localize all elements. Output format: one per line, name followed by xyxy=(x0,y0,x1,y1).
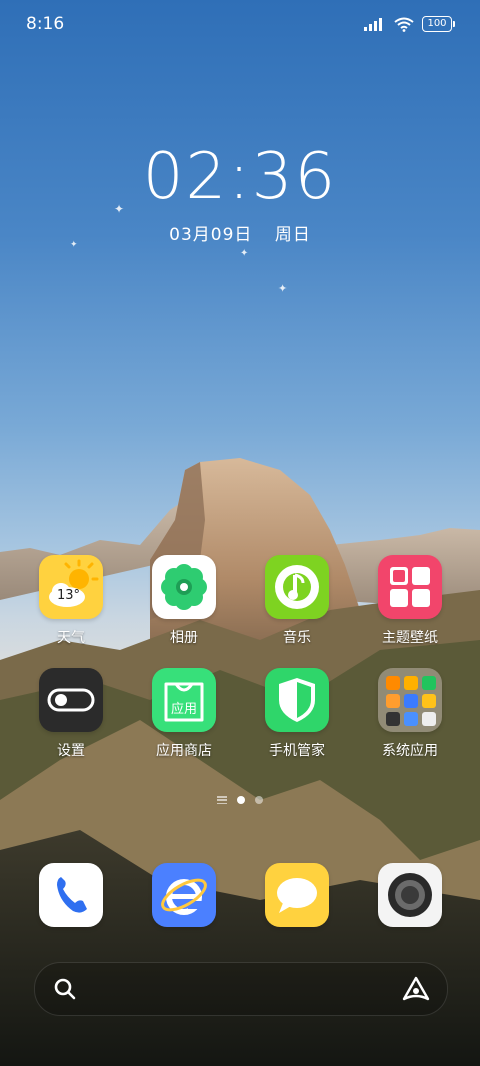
app-store[interactable]: 应用 应用商店 xyxy=(134,668,234,760)
app-label: 应用商店 xyxy=(156,743,212,759)
battery-icon: 100 xyxy=(422,16,455,32)
date-text: 03月09日 xyxy=(169,225,253,245)
weather-icon: 13° xyxy=(39,555,103,619)
messages-icon xyxy=(265,863,329,927)
dock-phone[interactable] xyxy=(21,863,121,927)
signal-icon xyxy=(364,18,382,31)
sparkle-icon: ✦ xyxy=(278,282,288,295)
page-indicator[interactable] xyxy=(0,796,480,804)
folder-icon xyxy=(378,668,442,732)
app-store-icon: 应用 xyxy=(152,668,216,732)
app-weather[interactable]: 13° 天气 xyxy=(21,555,121,647)
app-label: 主题壁纸 xyxy=(382,630,438,646)
app-gallery[interactable]: 相册 xyxy=(134,555,234,647)
themes-icon xyxy=(378,555,442,619)
app-store-badge: 应用 xyxy=(170,702,197,717)
status-time: 8:16 xyxy=(26,14,65,34)
dock-browser[interactable] xyxy=(134,863,234,927)
dock-messages[interactable] xyxy=(247,863,347,927)
status-bar: 8:16 100 xyxy=(0,0,480,50)
page-list-icon xyxy=(217,796,227,804)
app-folder-system[interactable]: 系统应用 xyxy=(360,668,460,760)
app-label: 系统应用 xyxy=(382,743,438,759)
app-label: 相册 xyxy=(170,630,198,646)
clock-time: 02:36 xyxy=(142,140,338,214)
music-icon xyxy=(265,555,329,619)
page-dot xyxy=(255,796,263,804)
app-themes[interactable]: 主题壁纸 xyxy=(360,555,460,647)
app-music[interactable]: 音乐 xyxy=(247,555,347,647)
app-label: 天气 xyxy=(57,630,85,646)
app-security[interactable]: 手机管家 xyxy=(247,668,347,760)
app-label: 音乐 xyxy=(283,630,311,646)
gallery-icon xyxy=(152,555,216,619)
battery-level: 100 xyxy=(427,18,447,29)
sparkle-icon: ✦ xyxy=(240,248,249,259)
app-label: 手机管家 xyxy=(269,743,325,759)
search-bar[interactable] xyxy=(34,962,448,1016)
search-icon xyxy=(54,978,76,1000)
clock-date: 03月09日 周日 xyxy=(0,220,480,245)
page-dot-active xyxy=(237,796,245,804)
app-settings[interactable]: 设置 xyxy=(21,668,121,760)
clock-widget[interactable]: 02:36 03月09日 周日 xyxy=(0,140,480,245)
assistant-icon[interactable] xyxy=(401,975,431,1003)
camera-icon xyxy=(378,863,442,927)
app-label: 设置 xyxy=(57,743,85,759)
weekday-text: 周日 xyxy=(274,225,311,245)
security-icon xyxy=(265,668,329,732)
wifi-icon xyxy=(394,17,414,32)
weather-temperature: 13° xyxy=(57,588,81,603)
browser-icon xyxy=(152,863,216,927)
phone-icon xyxy=(39,863,103,927)
settings-icon xyxy=(39,668,103,732)
dock-camera[interactable] xyxy=(360,863,460,927)
